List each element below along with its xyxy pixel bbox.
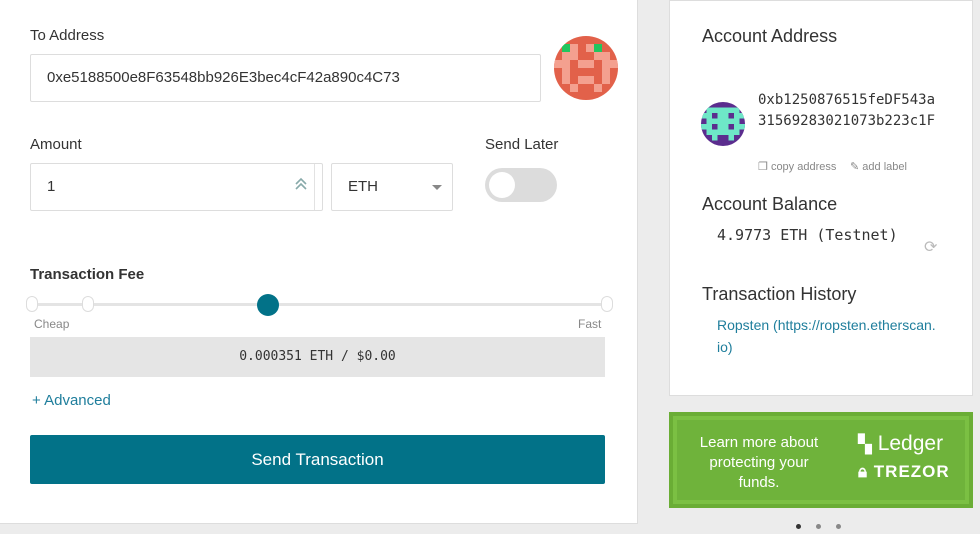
add-label-link[interactable]: ✎ add label	[850, 160, 907, 173]
to-address-label: To Address	[30, 27, 105, 44]
amount-value: 1	[47, 178, 56, 195]
copy-icon: ❐	[758, 161, 768, 173]
pencil-icon: ✎	[850, 161, 860, 173]
chevron-down-icon	[432, 185, 442, 190]
pagination-dot[interactable]	[816, 524, 821, 529]
transaction-fee-title: Transaction Fee	[30, 266, 145, 283]
copy-address-link[interactable]: ❐ copy address	[758, 160, 836, 173]
account-identicon	[701, 102, 745, 146]
send-later-label: Send Later	[485, 136, 559, 153]
recipient-identicon	[554, 36, 618, 100]
fee-slider-handle[interactable]	[257, 294, 279, 316]
advanced-link[interactable]: + Advanced	[32, 392, 111, 409]
unit-select[interactable]: ETH	[331, 163, 453, 211]
amount-divider	[314, 164, 315, 210]
promo-text: Learn more about protecting your funds.	[699, 434, 819, 491]
transaction-history-link[interactable]: Ropsten (https://ropsten.etherscan.io)	[717, 314, 937, 358]
account-balance-value: 4.9773 ETH (Testnet)	[717, 226, 898, 244]
refresh-icon[interactable]: ⟳	[924, 237, 937, 257]
to-address-input[interactable]: 0xe5188500e8F63548bb926E3bec4cF42a890c4C…	[30, 54, 541, 102]
send-transaction-button[interactable]: Send Transaction	[30, 435, 605, 484]
fee-slider-stop[interactable]	[82, 296, 94, 312]
amount-label: Amount	[30, 136, 82, 153]
hardware-wallet-promo[interactable]: Learn more about protecting your funds. …	[669, 412, 973, 508]
ledger-icon: ▚	[858, 434, 872, 454]
copy-address-label: copy address	[770, 161, 837, 173]
pagination-dot[interactable]	[836, 524, 841, 529]
add-label-label: add label	[862, 161, 907, 173]
fee-slider-stop[interactable]	[601, 296, 613, 312]
ledger-logo: ▚ Ledger	[858, 432, 943, 456]
account-panel: Account Address 0xb1250876515feDF543a315…	[669, 0, 973, 396]
lock-icon: 🔒︎	[858, 462, 869, 481]
amount-input[interactable]: 1	[30, 163, 323, 211]
transaction-history-title: Transaction History	[702, 284, 857, 304]
send-panel: To Address 0xe5188500e8F63548bb926E3bec4…	[0, 0, 638, 524]
trezor-logo: 🔒︎ TREZOR	[858, 462, 950, 482]
unit-value: ETH	[348, 178, 378, 195]
account-address-value: 0xb1250876515feDF543a31569283021073b223c…	[758, 92, 936, 129]
pagination-dot[interactable]	[796, 524, 801, 529]
fee-value: 0.000351 ETH / $0.00	[30, 337, 605, 377]
to-address-value: 0xe5188500e8F63548bb926E3bec4cF42a890c4C…	[47, 69, 400, 86]
trezor-logo-text: TREZOR	[873, 462, 950, 481]
promo-pagination	[796, 516, 856, 529]
fee-slider-track[interactable]	[32, 303, 607, 306]
account-balance-title: Account Balance	[702, 194, 838, 214]
max-amount-icon[interactable]	[294, 176, 312, 196]
fee-cheap-label: Cheap	[34, 317, 70, 331]
toggle-knob	[489, 172, 515, 198]
account-address-title: Account Address	[702, 26, 838, 46]
fee-slider-stop[interactable]	[26, 296, 38, 312]
fee-fast-label: Fast	[578, 317, 602, 331]
send-later-toggle[interactable]	[485, 168, 557, 202]
ledger-logo-text: Ledger	[877, 432, 944, 455]
